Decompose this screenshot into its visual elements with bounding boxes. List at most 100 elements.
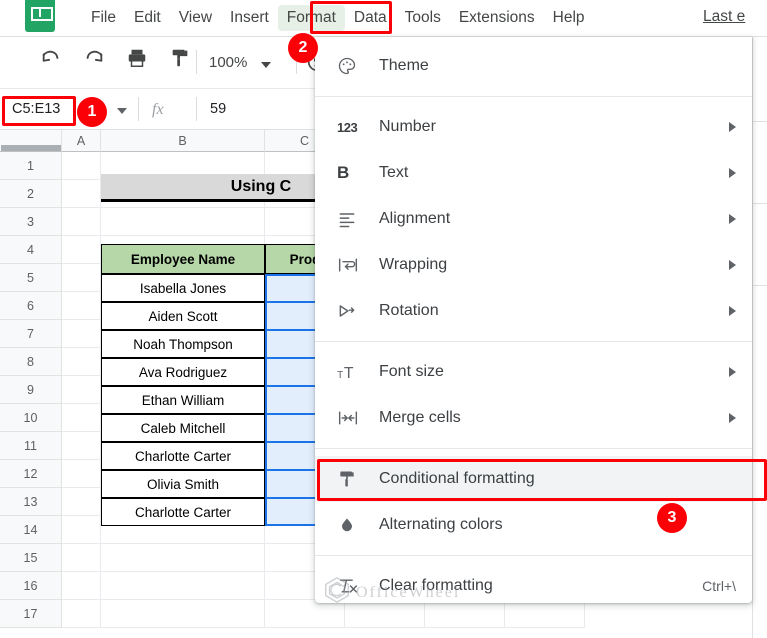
row-header-7[interactable]: 7 [0,320,62,348]
grid-cell-A14[interactable] [62,516,101,544]
grid-cell-A3[interactable] [62,208,101,236]
menu-item-tools[interactable]: Tools [396,5,450,31]
conditional-formatting-icon [337,468,363,490]
panel-divider-1 [753,121,767,122]
row-header-12[interactable]: 12 [0,460,62,488]
menu-item-merge-cells[interactable]: Merge cells [315,395,752,441]
paint-format-icon[interactable] [169,47,191,69]
grid-cell-A5[interactable] [62,264,101,292]
formula-input[interactable]: 59 [210,101,226,117]
row-header-3[interactable]: 3 [0,208,62,236]
employee-name-cell[interactable]: Olivia Smith [101,470,265,498]
menu-item-insert[interactable]: Insert [221,5,278,31]
column-header-B[interactable]: B [101,130,265,152]
grid-cell-A9[interactable] [62,376,101,404]
menu-item-edit[interactable]: Edit [125,5,170,31]
grid-cell-A2[interactable] [62,180,101,208]
row-header-2[interactable]: 2 [0,180,62,208]
chevron-down-icon[interactable] [117,108,127,114]
table-body: Isabella Jones5Aiden Scott6Noah Thompson… [101,274,345,526]
name-box-input[interactable]: C5:E13 [5,96,73,122]
font-size-icon: TT [337,361,363,383]
grid-cell-B16[interactable] [101,572,265,600]
grid-cell-A16[interactable] [62,572,101,600]
row-header-11[interactable]: 11 [0,432,62,460]
table-row: Noah Thompson6 [101,330,345,358]
select-all-corner[interactable] [0,130,62,152]
menu-item-extensions[interactable]: Extensions [450,5,544,31]
annotation-badge-3: 3 [657,503,687,533]
alignment-icon [337,208,363,230]
menu-divider [315,448,752,449]
grid-cell-A8[interactable] [62,348,101,376]
row-header-14[interactable]: 14 [0,516,62,544]
grid-cell-A17[interactable] [62,600,101,628]
merge-cells-icon [337,407,363,429]
menu-item-font-size[interactable]: T T Font size [315,349,752,395]
menu-item-alternating-colors[interactable]: Alternating colors [315,502,752,548]
row-header-9[interactable]: 9 [0,376,62,404]
menu-item-file[interactable]: File [82,5,125,31]
table-header-row: Employee Name Prod [101,244,345,274]
row-header-10[interactable]: 10 [0,404,62,432]
annotation-badge-2: 2 [288,33,318,63]
submenu-arrow-icon [729,413,736,423]
grid-cell-A1[interactable] [62,152,101,180]
sheets-logo-icon[interactable] [25,0,55,32]
menu-item-label: Number [379,118,436,135]
row-header-8[interactable]: 8 [0,348,62,376]
grid-cell-A7[interactable] [62,320,101,348]
table-column-header[interactable]: Employee Name [101,244,265,274]
row-header-6[interactable]: 6 [0,292,62,320]
menu-item-theme[interactable]: Theme [315,43,752,89]
grid-cell-B17[interactable] [101,600,265,628]
table-row: Ethan William5 [101,386,345,414]
employee-name-cell[interactable]: Caleb Mitchell [101,414,265,442]
column-header-A[interactable]: A [62,130,101,152]
menu-item-view[interactable]: View [170,5,221,31]
grid-cell-A12[interactable] [62,460,101,488]
menu-item-label: Wrapping [379,256,448,273]
grid-cell-A10[interactable] [62,404,101,432]
grid-cell-B3[interactable] [101,208,265,236]
row-header-1[interactable]: 1 [0,152,62,180]
grid-cell-A11[interactable] [62,432,101,460]
row-header-4[interactable]: 4 [0,236,62,264]
print-icon[interactable] [126,47,148,69]
employee-name-cell[interactable]: Isabella Jones [101,274,265,302]
last-edit-label[interactable]: Last e [703,8,745,26]
menu-item-data[interactable]: Data [345,5,396,31]
menu-item-rotation[interactable]: Rotation [315,288,752,334]
menu-item-clear-formatting[interactable]: Clear formatting Ctrl+\ [315,563,752,609]
zoom-level-value[interactable]: 100% [209,54,247,71]
menu-item-conditional-formatting[interactable]: Conditional formatting [315,456,752,502]
menu-item-format[interactable]: Format [277,5,345,31]
row-header-13[interactable]: 13 [0,488,62,516]
employee-name-cell[interactable]: Ava Rodriguez [101,358,265,386]
menu-item-label: Clear formatting [379,577,493,594]
table-row: Caleb Mitchell5 [101,414,345,442]
menu-item-wrapping[interactable]: Wrapping [315,242,752,288]
grid-cell-A4[interactable] [62,236,101,264]
row-header-5[interactable]: 5 [0,264,62,292]
grid-cell-A6[interactable] [62,292,101,320]
undo-icon[interactable] [40,47,62,69]
employee-name-cell[interactable]: Aiden Scott [101,302,265,330]
menu-item-help[interactable]: Help [544,5,594,31]
menu-item-text[interactable]: B Text [315,150,752,196]
redo-icon[interactable] [83,47,105,69]
menu-item-number[interactable]: 123 Number [315,104,752,150]
employee-name-cell[interactable]: Charlotte Carter [101,442,265,470]
employee-name-cell[interactable]: Charlotte Carter [101,498,265,526]
row-header-17[interactable]: 17 [0,600,62,628]
menu-divider [315,96,752,97]
grid-cell-A13[interactable] [62,488,101,516]
employee-name-cell[interactable]: Noah Thompson [101,330,265,358]
grid-cell-A15[interactable] [62,544,101,572]
grid-cell-B15[interactable] [101,544,265,572]
employee-name-cell[interactable]: Ethan William [101,386,265,414]
menu-item-alignment[interactable]: Alignment [315,196,752,242]
row-header-15[interactable]: 15 [0,544,62,572]
chevron-down-icon[interactable] [261,62,271,68]
row-header-16[interactable]: 16 [0,572,62,600]
